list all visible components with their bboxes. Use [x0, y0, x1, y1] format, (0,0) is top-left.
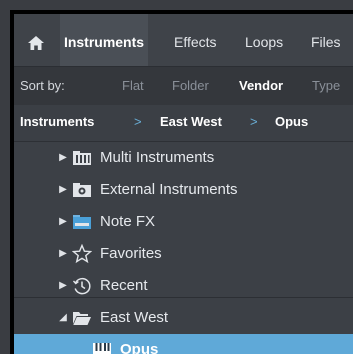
- breadcrumb: Instruments > East West > Opus: [14, 105, 353, 142]
- tree-item-label: Note FX: [100, 213, 156, 230]
- sort-option-vendor[interactable]: Vendor: [239, 67, 283, 105]
- tree-item-opus[interactable]: Opus: [14, 334, 353, 354]
- sort-option-flat[interactable]: Flat: [122, 67, 144, 105]
- breadcrumb-item-opus[interactable]: Opus: [275, 105, 308, 139]
- section-divider: [14, 297, 353, 298]
- breadcrumb-item-east-west[interactable]: East West: [160, 105, 222, 139]
- home-icon: [28, 36, 44, 50]
- folder-open-icon: [73, 312, 91, 325]
- star-icon: [72, 244, 92, 264]
- tab-loops[interactable]: Loops: [245, 14, 283, 66]
- collapse-arrow-icon[interactable]: ◢: [58, 302, 68, 334]
- expand-arrow-icon[interactable]: ▶: [58, 238, 68, 270]
- tree-item-multi-instruments[interactable]: ▶ Multi Instruments: [14, 142, 353, 174]
- tab-bar: Instruments Effects Loops Files: [14, 14, 353, 67]
- expand-arrow-icon[interactable]: ▶: [58, 174, 68, 206]
- tree-item-external-instruments[interactable]: ▶ External Instruments: [14, 174, 353, 206]
- browser-panel: Instruments Effects Loops Files Sort by:…: [14, 14, 353, 354]
- sort-option-type[interactable]: Type: [312, 67, 340, 105]
- tree-item-favorites[interactable]: ▶ Favorites: [14, 238, 353, 270]
- tree-item-label: Multi Instruments: [100, 149, 215, 166]
- breadcrumb-item-instruments[interactable]: Instruments: [20, 105, 94, 139]
- tab-home[interactable]: [14, 14, 60, 66]
- tree-item-label: Opus: [120, 341, 159, 354]
- tree-item-label: Favorites: [100, 245, 162, 262]
- breadcrumb-separator: >: [250, 114, 258, 129]
- tab-effects[interactable]: Effects: [174, 14, 217, 66]
- sort-by-label: Sort by:: [20, 78, 65, 93]
- expand-arrow-icon[interactable]: ▶: [58, 206, 68, 238]
- sort-option-folder[interactable]: Folder: [172, 67, 209, 105]
- expand-arrow-icon[interactable]: ▶: [58, 142, 68, 174]
- piano-keys-icon: [93, 343, 111, 354]
- multi-instruments-icon: [73, 151, 91, 165]
- external-instruments-icon: [73, 183, 91, 197]
- clock-icon: [72, 277, 91, 295]
- tab-files[interactable]: Files: [311, 14, 341, 66]
- sort-bar: Sort by: Flat Folder Vendor Type: [14, 67, 353, 105]
- tab-instruments[interactable]: Instruments: [60, 14, 148, 66]
- breadcrumb-separator: >: [134, 114, 142, 129]
- tree-item-east-west[interactable]: ◢ East West: [14, 302, 353, 334]
- tree-item-note-fx[interactable]: ▶ Note FX: [14, 206, 353, 238]
- tree-item-label: East West: [100, 309, 169, 326]
- note-fx-icon: [73, 215, 91, 229]
- tree-item-label: External Instruments: [100, 181, 238, 198]
